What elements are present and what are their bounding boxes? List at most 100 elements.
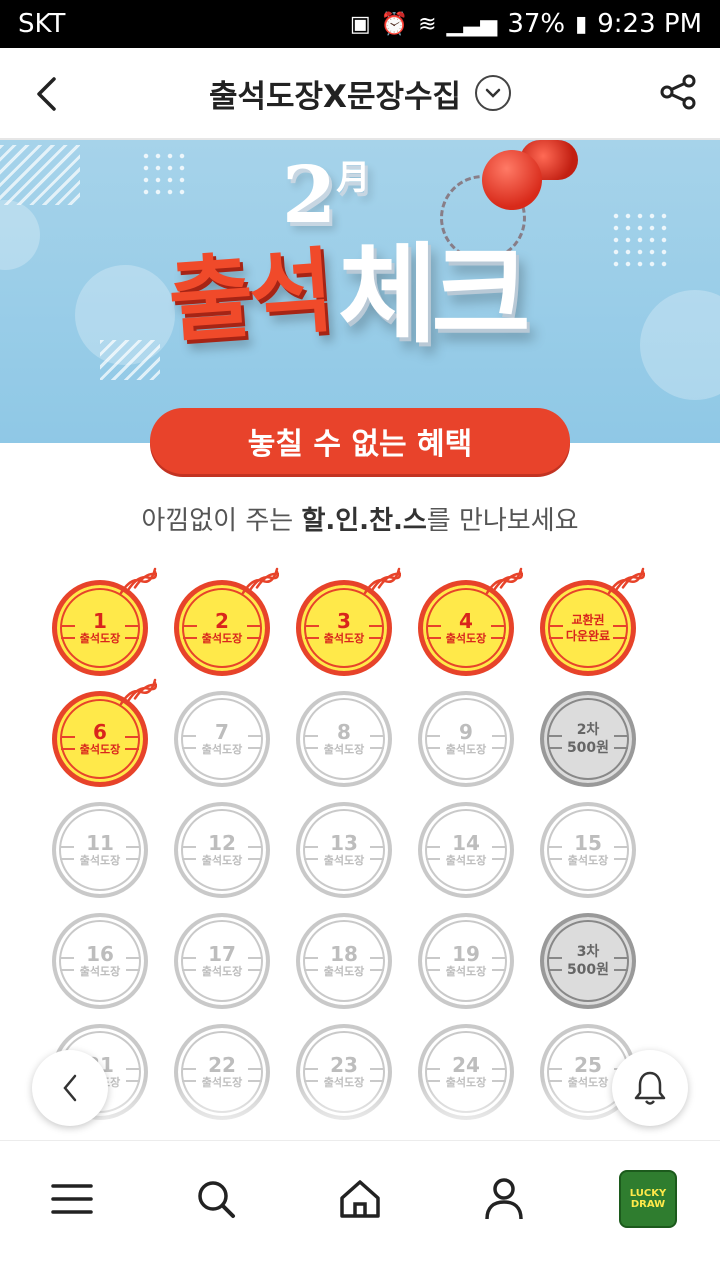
bottom-navigation: LUCKY DRAW	[0, 1140, 720, 1280]
attendance-stamp[interactable]: 2차 500원	[540, 691, 636, 787]
stamp-side-lines	[304, 846, 318, 860]
lucky-draw-line1: LUCKY	[629, 1187, 667, 1199]
stamp-side-lines	[548, 846, 562, 860]
subtitle-suffix: 를 만나보세요	[426, 506, 579, 536]
stamp-label: 출석도장	[445, 965, 487, 978]
stamp-number: 18	[330, 942, 358, 966]
attendance-stamp[interactable]: 12 출석도장	[174, 802, 270, 898]
search-icon	[198, 1180, 235, 1218]
stamp-number: 15	[574, 831, 602, 855]
stamp-label: 출석도장	[79, 965, 121, 978]
stamp-label: 출석도장	[323, 632, 365, 645]
attendance-stamp[interactable]: 2 출석도장	[174, 567, 279, 676]
stamped-heat-icon	[241, 567, 279, 595]
stamp-side-lines	[426, 735, 440, 749]
nav-search[interactable]	[176, 1159, 256, 1239]
chevron-left-icon	[63, 1074, 77, 1102]
attendance-stamp[interactable]: 1 출석도장	[52, 567, 157, 676]
stamp-side-lines	[549, 625, 563, 639]
stamp-number: 교환권	[571, 613, 605, 627]
stamp-side-lines	[125, 736, 139, 750]
nav-profile[interactable]	[464, 1159, 544, 1239]
stamp-number: 19	[452, 942, 480, 966]
stamp-label: 출석도장	[445, 743, 487, 756]
attendance-stamp[interactable]: 8 출석도장	[296, 691, 392, 787]
attendance-stamp[interactable]: 16 출석도장	[52, 913, 148, 1009]
banner-circle-deco	[640, 290, 720, 400]
benefit-pill-label: 놓칠 수 없는 혜택	[247, 427, 473, 462]
attendance-stamp[interactable]: 13 출석도장	[296, 802, 392, 898]
attendance-stamp[interactable]: 3 출석도장	[296, 567, 401, 676]
stamp-number: 11	[86, 831, 114, 855]
back-button[interactable]	[24, 72, 68, 116]
nav-menu[interactable]	[32, 1159, 112, 1239]
benefit-pill: 놓칠 수 없는 혜택	[150, 408, 570, 474]
stamp-label: 출석도장	[445, 632, 487, 645]
share-icon	[660, 74, 696, 110]
stamp-side-lines	[182, 957, 196, 971]
stamp-number: 2차	[576, 722, 600, 738]
stamped-heat-icon	[485, 567, 523, 595]
subtitle-prefix: 아낌없이 주는	[141, 506, 302, 536]
attendance-stamp[interactable]: 6 출석도장	[52, 678, 157, 787]
stamp-label: 출석도장	[79, 743, 121, 756]
attendance-stamp[interactable]: 15 출석도장	[540, 802, 636, 898]
notification-floating-button[interactable]	[612, 1050, 688, 1126]
stamp-side-lines	[548, 957, 562, 971]
stamp-label: 500원	[566, 740, 610, 756]
stamp-number: 22	[208, 1053, 236, 1077]
banner-stripe-deco	[0, 145, 80, 205]
stamp-label: 출석도장	[201, 743, 243, 756]
app-header: 출석도장X문장수집	[0, 48, 720, 140]
home-icon	[340, 1179, 380, 1218]
attendance-stamp[interactable]: 19 출석도장	[418, 913, 514, 1009]
attendance-stamp[interactable]: 3차 500원	[540, 913, 636, 1009]
stamp-side-lines	[183, 625, 197, 639]
stamp-number: 23	[330, 1053, 358, 1077]
stamp-side-lines	[61, 736, 75, 750]
attendance-stamp[interactable]: 9 출석도장	[418, 691, 514, 787]
nav-lucky-draw[interactable]: LUCKY DRAW	[608, 1159, 688, 1239]
attendance-stamp[interactable]: 교환권다운완료	[540, 567, 645, 676]
stamp-label: 출석도장	[323, 854, 365, 867]
stamp-side-lines	[491, 625, 505, 639]
stamp-side-lines	[370, 957, 384, 971]
attendance-stamp[interactable]: 7 출석도장	[174, 691, 270, 787]
attendance-stamp[interactable]: 14 출석도장	[418, 802, 514, 898]
stamp-label: 다운완료	[565, 629, 611, 643]
title-dropdown-button[interactable]	[475, 75, 512, 111]
stamp-side-lines	[492, 846, 506, 860]
stamp-label: 출석도장	[201, 965, 243, 978]
lucky-draw-line2: DRAW	[630, 1198, 666, 1210]
stamp-side-lines	[61, 625, 75, 639]
stamp-side-lines	[492, 957, 506, 971]
stamp-side-lines	[126, 846, 140, 860]
stamp-label: 500원	[566, 962, 610, 978]
stamp-number: 8	[337, 720, 351, 744]
stamp-side-lines	[426, 957, 440, 971]
title-wrap: 출석도장X문장수집	[209, 71, 512, 116]
battery-icon: ▮	[575, 11, 588, 37]
banner-check-title: 체크	[338, 233, 531, 358]
stamp-label: 출석도장	[79, 854, 121, 867]
heat-line	[363, 567, 401, 595]
stamp-number: 9	[459, 720, 473, 744]
stamp-label: 출석도장	[323, 743, 365, 756]
share-button[interactable]	[656, 70, 700, 114]
prev-floating-button[interactable]	[32, 1050, 108, 1126]
subtitle-highlight: 할.인.찬.스	[301, 506, 427, 536]
heat-line	[119, 678, 157, 706]
attendance-stamp[interactable]: 11 출석도장	[52, 802, 148, 898]
stamp-number: 25	[574, 1053, 602, 1077]
attendance-stamp[interactable]: 18 출석도장	[296, 913, 392, 1009]
nav-home[interactable]	[320, 1159, 400, 1239]
stamp-number: 1	[93, 609, 107, 633]
attendance-stamp[interactable]: 17 출석도장	[174, 913, 270, 1009]
attendance-stamp[interactable]: 4 출석도장	[418, 567, 523, 676]
back-arrow-icon	[37, 77, 56, 111]
banner-attend-title: 출석	[165, 237, 334, 356]
status-bar: SKT ▣ ⏰ ≋ ▁▃▅ 37% ▮ 9:23 PM	[0, 0, 720, 48]
stamp-side-lines	[369, 625, 383, 639]
carrier-name: SKT	[18, 9, 66, 39]
lucky-draw-badge: LUCKY DRAW	[619, 1169, 677, 1228]
